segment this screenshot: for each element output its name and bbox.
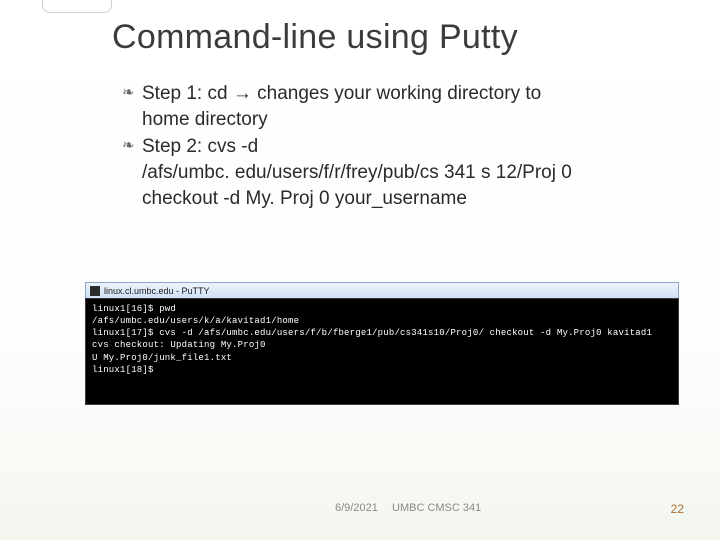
bullet-icon: ❧ — [122, 138, 135, 153]
terminal-line: linux1[16]$ pwd — [92, 304, 176, 314]
bullet-step-1: ❧ Step 1: cd → changes your working dire… — [122, 82, 652, 106]
terminal-line: U My.Proj0/junk_file1.txt — [92, 353, 232, 363]
bullet-step-2: ❧ Step 2: cvs -d — [122, 135, 652, 159]
footer-center: UMBC CMSC 341 — [392, 502, 481, 514]
bullet-step-2-line2: · /afs/umbc. edu/users/f/r/frey/pub/cs 3… — [122, 161, 652, 185]
bullet-step-2-line3: · checkout -d My. Proj 0 your_username — [122, 187, 652, 211]
footer-page-number: 22 — [671, 502, 684, 516]
terminal-icon — [90, 286, 100, 296]
step1-cont: home directory — [142, 109, 268, 130]
terminal-line: /afs/umbc.edu/users/k/a/kavitad1/home — [92, 316, 299, 326]
slide: Command-line using Putty ❧ Step 1: cd → … — [0, 0, 720, 540]
terminal-line: cvs checkout: Updating My.Proj0 — [92, 340, 266, 350]
terminal-body: linux1[16]$ pwd /afs/umbc.edu/users/k/a/… — [85, 298, 679, 405]
body-text: ❧ Step 1: cd → changes your working dire… — [122, 82, 652, 214]
arrow-icon: → — [233, 83, 252, 104]
footer-date: 6/9/2021 — [335, 502, 378, 514]
step1-lead: Step 1: cd — [142, 83, 233, 104]
bullet-step-1-cont: · home directory — [122, 108, 652, 132]
slide-top-tab — [42, 0, 112, 13]
slide-title: Command-line using Putty — [112, 18, 518, 57]
terminal-line: linux1[18]$ — [92, 365, 154, 375]
terminal-title: linux.cl.umbc.edu - PuTTY — [104, 286, 210, 296]
step2-l3: checkout -d My. Proj 0 your_username — [142, 188, 467, 209]
slide-footer: 6/9/2021 UMBC CMSC 341 22 — [0, 502, 720, 518]
step2-lead: Step 2: cvs -d — [142, 136, 258, 157]
step1-rest: changes your working directory to — [252, 83, 541, 104]
terminal-titlebar: linux.cl.umbc.edu - PuTTY — [85, 282, 679, 298]
bullet-icon: ❧ — [122, 85, 135, 100]
terminal-window: linux.cl.umbc.edu - PuTTY linux1[16]$ pw… — [85, 282, 679, 405]
terminal-line: linux1[17]$ cvs -d /afs/umbc.edu/users/f… — [92, 328, 652, 338]
step2-l2: /afs/umbc. edu/users/f/r/frey/pub/cs 341… — [142, 162, 572, 183]
